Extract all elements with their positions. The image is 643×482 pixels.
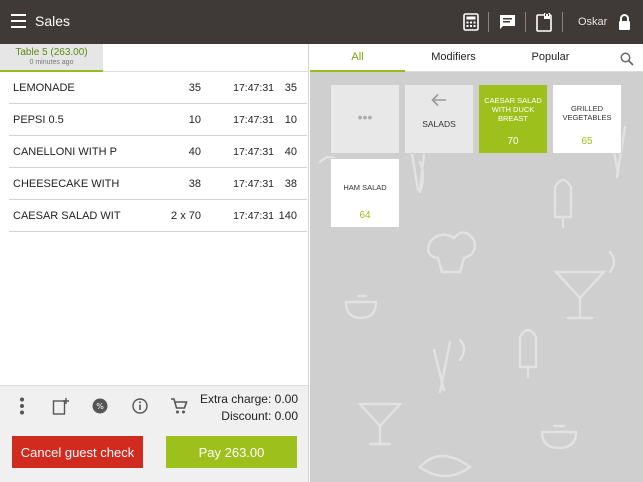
tab-popular[interactable]: Popular [503, 44, 598, 72]
charges-summary: Extra charge: 0.00 Discount: 0.00 [200, 391, 298, 425]
item-name: CHEESECAKE WITH [13, 178, 120, 190]
tile-label: CAESAR SALAD WITH DUCK BREAST [484, 95, 542, 123]
order-list: LEMONADE 35 17:47:31 35 PEPSI 0.5 10 17:… [9, 72, 307, 232]
user-name[interactable]: Oskar [578, 16, 607, 28]
tile-price: 64 [359, 210, 371, 221]
item-amount: 140 [278, 210, 297, 222]
product-tile-grilled-vegetables[interactable]: GRILLED VEGETABLES 65 [553, 85, 621, 153]
item-qty: 38 [188, 178, 201, 190]
product-panel: All Modifiers Popular ••• SALADS CAESAR … [310, 44, 643, 482]
menu-icon[interactable] [11, 14, 26, 28]
more-vertical-icon[interactable] [12, 396, 32, 416]
order-row[interactable]: LEMONADE 35 17:47:31 35 [9, 72, 307, 104]
tile-price: 65 [581, 136, 593, 147]
page-title: Sales [35, 13, 71, 29]
order-panel: Table 5 (263.00) 0 minutes ago LEMONADE … [0, 44, 309, 482]
discount-badge-icon[interactable]: % [90, 396, 110, 416]
clipboard-lock-icon[interactable] [534, 10, 554, 34]
order-row[interactable]: CHEESECAKE WITH 38 17:47:31 38 [9, 168, 307, 200]
product-tile-ham-salad[interactable]: HAM SALAD 64 [331, 159, 399, 227]
order-row[interactable]: CAESAR SALAD WIT 2 x 70 17:47:31 140 [9, 200, 307, 232]
cancel-guest-check-button[interactable]: Cancel guest check [12, 436, 143, 468]
info-icon[interactable] [130, 396, 150, 416]
tab-modifiers[interactable]: Modifiers [406, 44, 501, 72]
toolbar-divider [525, 12, 526, 32]
order-row[interactable]: PEPSI 0.5 10 17:47:31 10 [9, 104, 307, 136]
search-icon[interactable] [620, 52, 634, 71]
category-tile-salads[interactable]: SALADS [405, 85, 473, 153]
item-time: 17:47:31 [233, 178, 274, 190]
toolbar-divider [488, 12, 489, 32]
item-time: 17:47:31 [233, 146, 274, 158]
discount: Discount: 0.00 [221, 409, 298, 423]
more-items-tile[interactable]: ••• [331, 85, 399, 153]
lock-icon[interactable] [615, 10, 633, 34]
tile-label: SALADS [422, 118, 456, 129]
tile-label: GRILLED VEGETABLES [562, 104, 612, 122]
item-amount: 35 [284, 82, 297, 94]
check-footer: % Extra charge: 0.00 Discount: 0.00 Canc… [0, 385, 308, 482]
item-time: 17:47:31 [233, 82, 274, 94]
item-name: CANELLONI WITH P [13, 146, 117, 158]
tile-label: ••• [357, 108, 373, 125]
item-name: PEPSI 0.5 [13, 114, 64, 126]
item-name: LEMONADE [13, 82, 75, 94]
tab-all[interactable]: All [310, 44, 405, 72]
tile-label: HAM SALAD [343, 182, 387, 192]
table-label: Table 5 (263.00) [15, 47, 88, 58]
item-qty: 40 [188, 146, 201, 158]
toolbar-divider [562, 12, 563, 32]
table-tab[interactable]: Table 5 (263.00) 0 minutes ago [0, 44, 103, 72]
table-time: 0 minutes ago [29, 59, 74, 66]
message-icon[interactable] [497, 10, 517, 34]
calculator-icon[interactable] [461, 10, 481, 34]
cart-icon[interactable] [169, 396, 189, 416]
item-name: CAESAR SALAD WIT [13, 210, 121, 222]
item-amount: 10 [284, 114, 297, 126]
product-tabs: All Modifiers Popular [310, 44, 643, 72]
extra-charge: Extra charge: 0.00 [199, 392, 298, 406]
item-qty: 35 [188, 82, 201, 94]
item-amount: 40 [284, 146, 297, 158]
top-bar: Sales Oskar [0, 0, 643, 44]
pay-button[interactable]: Pay 263.00 [166, 436, 297, 468]
item-qty: 2 x 70 [171, 210, 201, 222]
order-row[interactable]: CANELLONI WITH P 40 17:47:31 40 [9, 136, 307, 168]
item-qty: 10 [188, 114, 201, 126]
tile-price: 70 [507, 136, 519, 147]
add-note-icon[interactable] [51, 396, 71, 416]
item-time: 17:47:31 [233, 210, 274, 222]
svg-text:%: % [96, 402, 104, 411]
item-time: 17:47:31 [233, 114, 274, 126]
item-amount: 38 [284, 178, 297, 190]
product-tile-caesar-salad[interactable]: CAESAR SALAD WITH DUCK BREAST 70 [479, 85, 547, 153]
